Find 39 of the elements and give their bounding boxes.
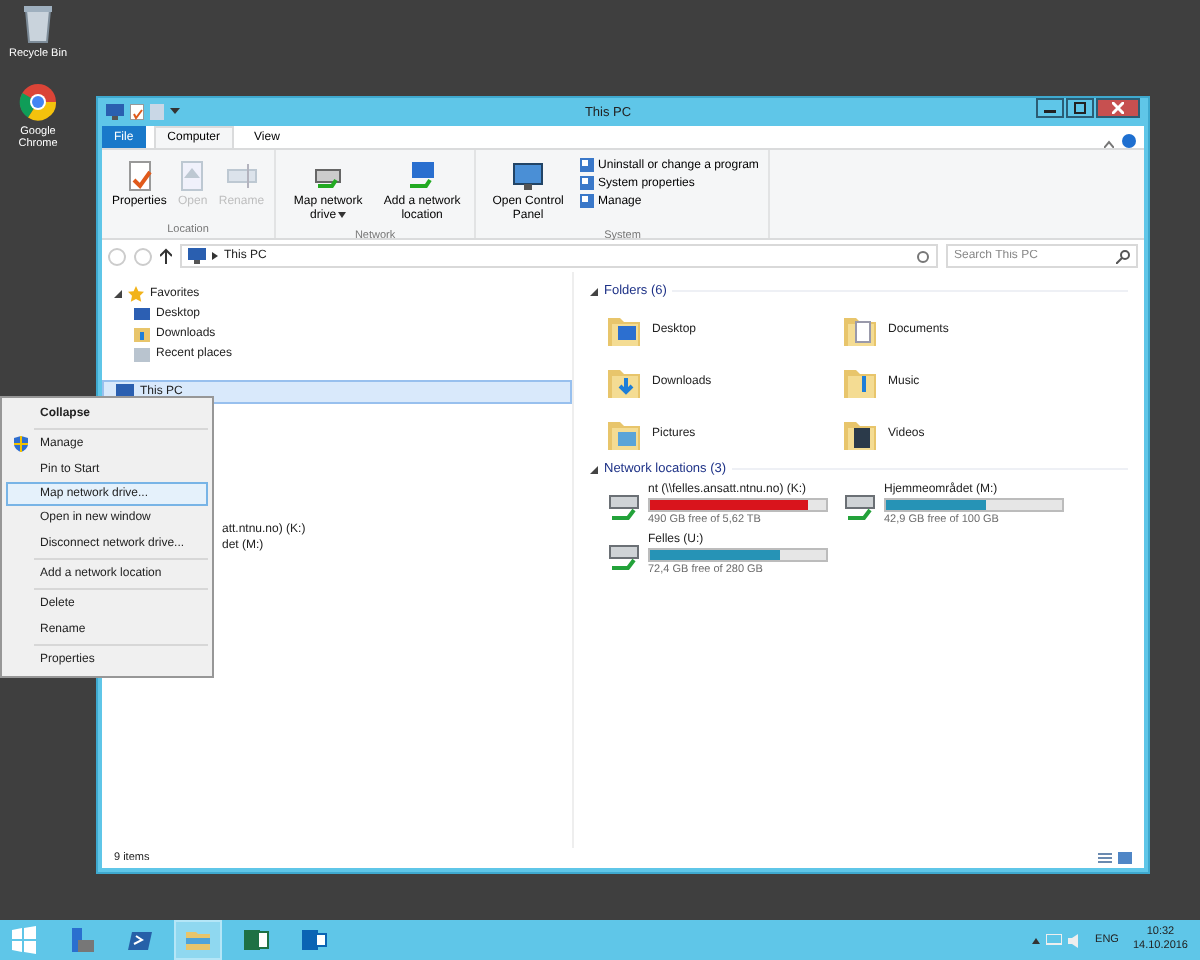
computer-icon [106,104,124,120]
network-drive-icon[interactable] [606,489,642,521]
details-view-icon[interactable] [1098,852,1112,864]
expanded-arrow-icon[interactable] [590,287,598,295]
network-drive-icon[interactable] [842,489,878,521]
maximize-button[interactable] [1066,98,1094,118]
maximize-icon [1074,102,1086,114]
rename-icon [225,160,258,192]
desktop-icon [134,307,150,321]
computer-icon [188,248,206,264]
server-manager-icon [68,926,96,954]
up-icon[interactable] [160,248,172,264]
show-hidden-icons-icon[interactable] [1031,937,1040,943]
star-icon [128,286,144,302]
recycle-bin-icon[interactable] [22,4,54,44]
windows-logo-icon [10,926,38,954]
expanded-arrow-icon[interactable] [114,290,122,298]
expanded-arrow-icon[interactable] [590,465,598,473]
search-icon [1116,249,1130,263]
computer-icon [116,384,134,400]
spreadsheet-icon [242,926,270,954]
dropdown-icon[interactable] [170,108,180,116]
shield-icon [14,436,28,453]
document-icon [176,160,209,192]
close-button[interactable] [1096,98,1140,118]
checked-document-icon [123,160,156,192]
collapse-ribbon-icon[interactable] [1104,140,1114,148]
downloads-folder-icon [134,327,150,341]
close-icon [1112,102,1124,114]
browser-icon[interactable] [18,81,58,122]
mail-icon [300,926,328,954]
network-drive-icon[interactable] [606,539,642,571]
minimize-button[interactable] [1036,98,1064,118]
monitor-icon [512,160,545,192]
network-location-icon [406,160,439,192]
terminal-icon [126,926,154,954]
properties-icon[interactable] [130,104,144,120]
refresh-icon[interactable] [916,249,930,263]
chevron-icon[interactable] [212,252,218,260]
